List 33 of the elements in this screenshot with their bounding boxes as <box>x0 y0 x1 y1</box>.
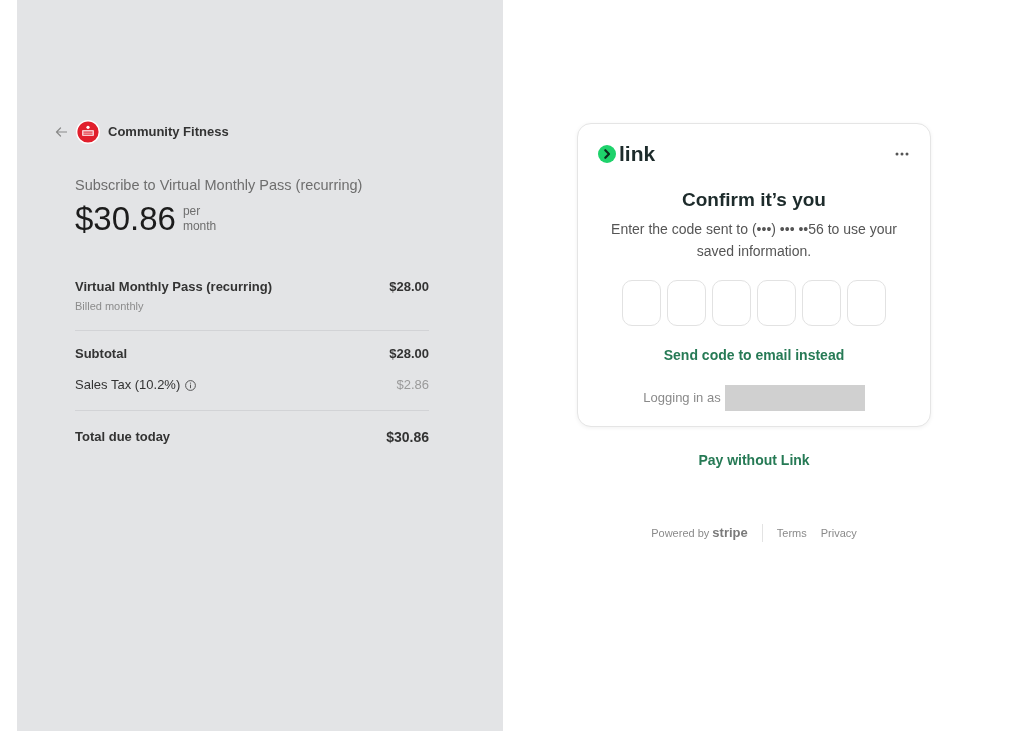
code-input[interactable] <box>667 280 706 326</box>
total-amount: $30.86 <box>386 429 429 445</box>
merchant-name: Community Fitness <box>108 124 229 140</box>
item-amount: $28.00 <box>389 279 429 295</box>
code-input[interactable] <box>802 280 841 326</box>
login-label: Logging in as <box>643 390 721 406</box>
more-icon[interactable] <box>895 152 909 156</box>
powered-by-text: Powered by stripe <box>651 525 748 541</box>
back-arrow-icon[interactable] <box>55 127 67 137</box>
code-input[interactable] <box>847 280 886 326</box>
total-label: Sales Tax (10.2%) <box>75 377 181 393</box>
pay-without-link-button[interactable]: Pay without Link <box>696 451 812 469</box>
code-input[interactable] <box>712 280 751 326</box>
item-name: Virtual Monthly Pass (recurring) <box>75 279 272 295</box>
logo-icon <box>76 120 100 144</box>
total-label: Total due today <box>75 429 171 445</box>
footer-link[interactable]: Terms <box>776 525 807 541</box>
instruction-text: Enter the code sent to (•••) ••• ••56 to use your saved information. <box>610 220 898 261</box>
send-email-code-button[interactable]: Send code to email instead <box>661 346 847 364</box>
subscription-title: Subscribe to Virtual Monthly Pass (recurring) <box>75 176 364 195</box>
info-icon[interactable] <box>185 379 197 391</box>
total-amount: $28.00 <box>389 346 429 362</box>
total-label: Subtotal <box>75 346 127 362</box>
price-period: per month <box>182 204 218 234</box>
code-input[interactable] <box>622 280 661 326</box>
footer-link[interactable]: Privacy <box>820 525 857 541</box>
card-heading: Confirm it’s you <box>681 188 827 212</box>
chevron-circle-icon <box>598 145 616 163</box>
total-amount: $2.86 <box>396 377 429 393</box>
price-amount: $30.86 <box>75 199 176 239</box>
item-note: Billed monthly <box>75 299 145 313</box>
brand-name: link <box>619 143 656 165</box>
code-input[interactable] <box>757 280 796 326</box>
